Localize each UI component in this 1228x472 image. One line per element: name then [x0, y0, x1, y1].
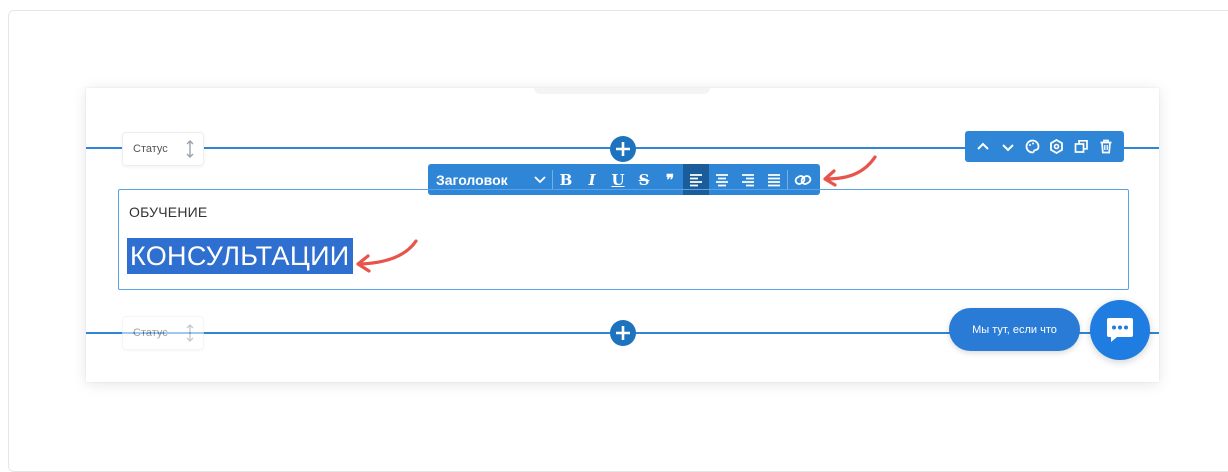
italic-icon: I	[588, 170, 596, 189]
drag-handle-icon[interactable]	[185, 324, 195, 346]
underline-icon: U	[611, 170, 625, 189]
text-block[interactable]: ОБУЧЕНИЕ КОНСУЛЬТАЦИИ	[118, 189, 1129, 290]
chevron-down-icon	[534, 173, 546, 187]
quote-icon: ❞	[665, 170, 675, 189]
editor-canvas: Статус Статус Заголовок B I U S ❞ ОБУЧЕН…	[86, 88, 1159, 382]
align-right-icon	[742, 173, 754, 186]
chevron-up-icon[interactable]	[973, 140, 993, 154]
chat-invite-text: Мы тут, если что	[972, 323, 1057, 336]
duplicate-icon[interactable]	[1071, 139, 1091, 154]
status-label: Статус	[133, 327, 168, 339]
link-icon	[794, 174, 812, 185]
palette-icon[interactable]	[1022, 139, 1042, 154]
status-chip-top[interactable]: Статус	[122, 132, 204, 166]
chat-open-button[interactable]	[1090, 300, 1150, 360]
chat-bubble-icon	[1107, 318, 1133, 342]
add-block-button-top[interactable]	[610, 136, 636, 162]
align-center-icon	[716, 173, 728, 186]
strikethrough-icon: S	[638, 170, 650, 189]
annotation-arrow-icon	[823, 155, 877, 187]
settings-icon[interactable]	[1047, 139, 1067, 154]
status-label: Статус	[133, 143, 168, 155]
canvas-top-tab	[534, 88, 710, 94]
trash-icon[interactable]	[1096, 139, 1116, 154]
status-chip-bottom[interactable]: Статус	[122, 316, 204, 350]
align-justify-icon	[768, 173, 780, 186]
plus-icon	[616, 326, 630, 340]
block-toolbar	[965, 131, 1124, 162]
chat-invite-pill[interactable]: Мы тут, если что	[949, 308, 1080, 351]
chevron-down-icon[interactable]	[998, 140, 1018, 154]
annotation-arrow-icon	[356, 239, 418, 273]
headline-text-selected[interactable]: КОНСУЛЬТАЦИИ	[127, 238, 353, 274]
subtitle-text[interactable]: ОБУЧЕНИЕ	[129, 204, 207, 220]
add-block-button-bottom[interactable]	[610, 320, 636, 346]
align-left-icon	[690, 173, 702, 186]
drag-handle-icon[interactable]	[185, 140, 195, 162]
text-style-value: Заголовок	[436, 171, 508, 188]
plus-icon	[616, 142, 630, 156]
bold-icon: B	[559, 170, 573, 189]
